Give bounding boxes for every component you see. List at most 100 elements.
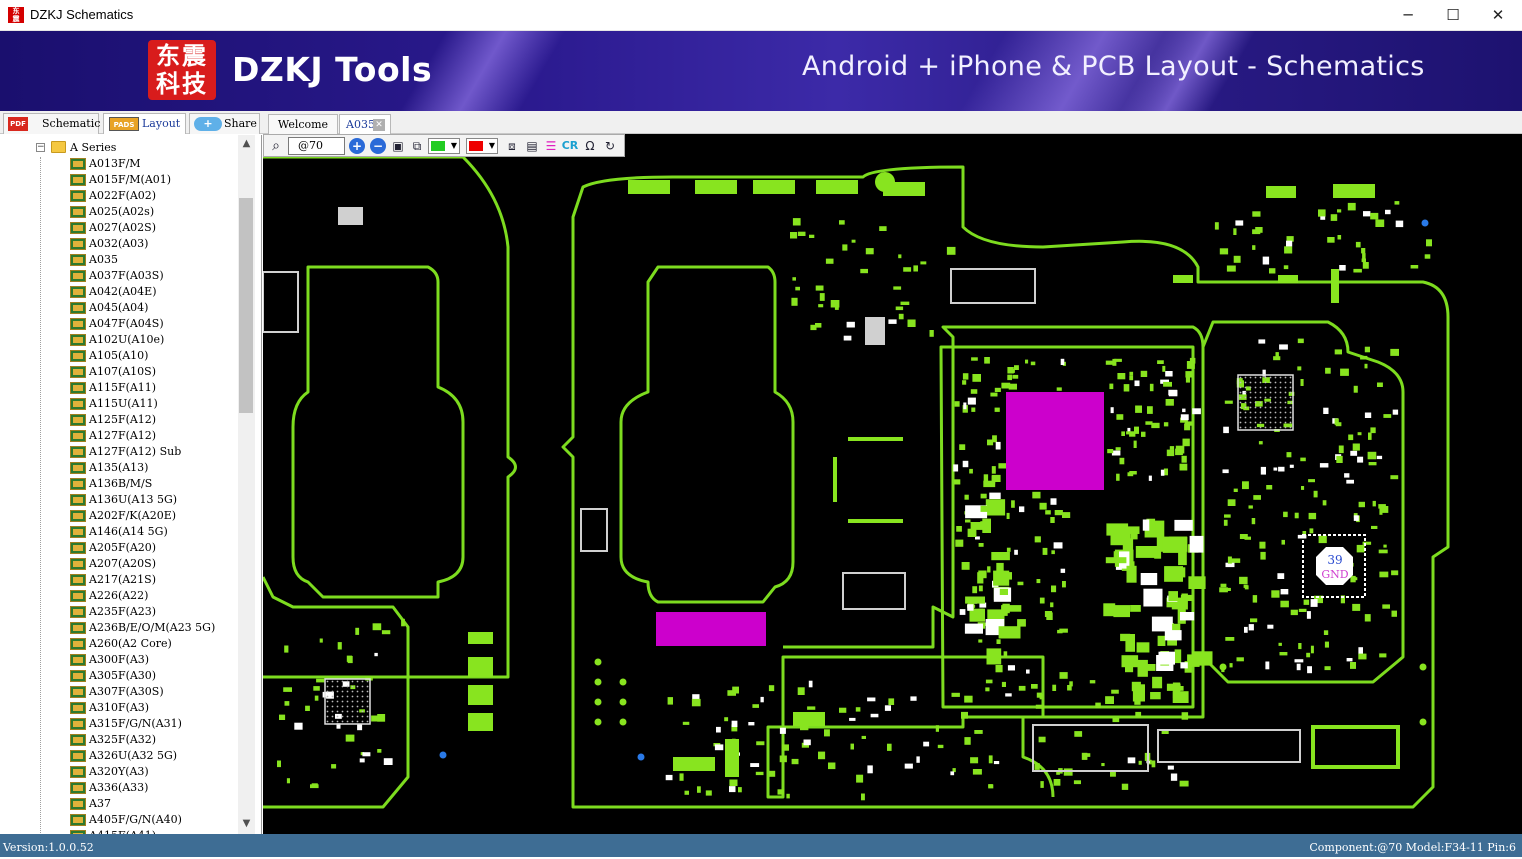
smd-component (314, 695, 319, 701)
list-icon[interactable]: ☰ (543, 138, 559, 154)
smd-component (818, 304, 824, 308)
smd-component (1036, 579, 1041, 584)
smd-component (956, 526, 962, 532)
close-tab-icon[interactable]: ✕ (373, 119, 385, 131)
smd-component (1266, 485, 1273, 490)
smd-component (1178, 686, 1184, 691)
bga-ball (1274, 376, 1277, 379)
smd-component (1278, 466, 1285, 472)
search-icon[interactable]: ⌕ (268, 138, 284, 154)
bga-ball (326, 685, 329, 688)
pcb-viewer[interactable]: 39 GND ⌕ @70 + − ▣ ⧉ ▼ ▼ ⧈ ▤ ☰ CR Ω ↻ (263, 134, 1522, 834)
collapse-icon[interactable]: − (36, 143, 45, 152)
zoom-out-icon[interactable]: − (370, 138, 386, 154)
doc-tab-welcome[interactable]: Welcome (268, 114, 338, 134)
bga-ball (1254, 386, 1257, 389)
color-picker-red[interactable]: ▼ (466, 138, 498, 154)
bga-ball (361, 685, 364, 688)
smd-component (1361, 248, 1366, 254)
smd-component (738, 787, 742, 793)
smd-component (929, 330, 934, 337)
close-button[interactable]: ✕ (1475, 0, 1521, 30)
smd-component (962, 380, 967, 385)
bga-ball (1239, 376, 1242, 379)
zoom-in-icon[interactable]: + (349, 138, 365, 154)
ohm-icon[interactable]: Ω (582, 138, 598, 154)
fit-icon[interactable]: ▣ (390, 138, 406, 154)
tree-item-label: A042(A04E) (89, 285, 157, 298)
tab-share[interactable]: + Share (189, 113, 260, 134)
layers-icon[interactable]: ⧈ (504, 138, 520, 154)
mirror-icon[interactable]: ⧉ (409, 138, 425, 154)
page-icon[interactable]: ▤ (524, 138, 540, 154)
smd-component (987, 439, 994, 446)
doc-tab-a035[interactable]: A035 ✕ (339, 114, 391, 134)
scroll-thumb[interactable] (239, 198, 253, 413)
smd-component (1167, 765, 1174, 770)
tree-item-label: A115F(A11) (89, 381, 157, 394)
bga-ball (1289, 426, 1292, 429)
smd-component (984, 357, 990, 364)
smd-component (1362, 541, 1372, 545)
smd-component (1260, 466, 1266, 475)
smd-component (1371, 525, 1378, 529)
smd-component (1353, 268, 1362, 273)
smd-component (305, 705, 310, 711)
smd-component (1053, 779, 1061, 786)
bga-ball (1254, 421, 1257, 424)
cr-icon[interactable]: CR (561, 138, 579, 154)
smd-component (1273, 356, 1281, 361)
smd-component (311, 783, 318, 787)
smd-component (1226, 587, 1231, 591)
bga-ball (1259, 421, 1262, 424)
smd-component (879, 226, 887, 231)
scroll-down-arrow[interactable]: ▼ (238, 815, 255, 832)
board-icon (70, 350, 86, 362)
bga-ball (1249, 396, 1252, 399)
smd-component (1044, 611, 1052, 617)
bga-ball (1264, 381, 1267, 384)
smd-component (920, 261, 927, 265)
tree-item-label: A045(A04) (89, 301, 149, 314)
bga-ball (1254, 376, 1257, 379)
pcb-board-canvas[interactable]: 39GND (263, 157, 1522, 834)
maximize-button[interactable]: ☐ (1430, 0, 1476, 30)
refresh-icon[interactable]: ↻ (602, 138, 618, 154)
bga-ball (1274, 391, 1277, 394)
minimize-button[interactable]: ─ (1385, 0, 1431, 30)
bga-ball (331, 700, 334, 703)
smd-component (1325, 367, 1331, 374)
bga-ball (326, 720, 329, 723)
tree-item-label: A136U(A13 5G) (89, 493, 178, 506)
smd-component (1350, 575, 1356, 583)
bga-ball (351, 700, 354, 703)
scroll-up-arrow[interactable]: ▲ (238, 135, 255, 152)
tab-schematic[interactable]: PDF Schematic (3, 113, 100, 134)
smd-component (1290, 609, 1298, 616)
bga-ball (1274, 416, 1277, 419)
smd-component (1026, 669, 1030, 674)
bga-ball (366, 700, 369, 703)
smd-component (1235, 220, 1244, 226)
smd-component (861, 793, 865, 801)
bga-ball (1269, 416, 1272, 419)
bga-ball (351, 690, 354, 693)
color-picker-green[interactable]: ▼ (428, 138, 460, 154)
tab-layout[interactable]: PADS Layout (103, 113, 186, 134)
tab-layout-label: Layout (142, 117, 181, 130)
bga-ball (1254, 416, 1257, 419)
smd-component (1283, 511, 1288, 518)
tree-item-label: A310F(A3) (89, 701, 150, 714)
smd-component (1385, 209, 1391, 215)
smd-component (1278, 642, 1282, 646)
smd-component (1225, 637, 1235, 641)
smd-component (961, 562, 970, 570)
smd-component (1383, 544, 1387, 548)
bga-ball (341, 720, 344, 723)
brand-name: DZKJ Tools (232, 50, 433, 89)
tree-scrollbar[interactable]: ▲ ▼ (238, 135, 255, 834)
zoom-field[interactable]: @70 (288, 137, 345, 155)
bga-ball (351, 705, 354, 708)
bga-ball (361, 690, 364, 693)
fpc-connector (1311, 725, 1400, 769)
